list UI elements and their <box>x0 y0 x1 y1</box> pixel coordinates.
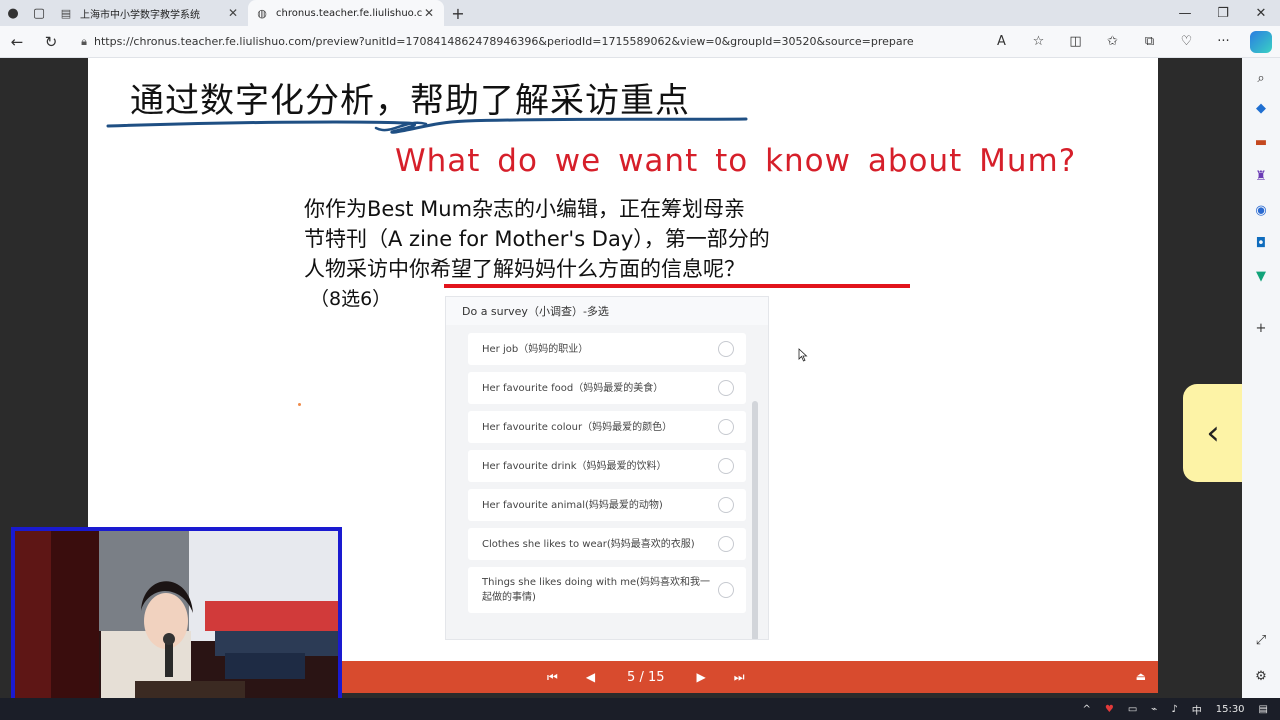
volume-icon[interactable]: ♪ <box>1171 704 1177 715</box>
webcam-view <box>11 527 342 717</box>
option-label: Things she likes doing with me(妈妈喜欢和我一起做… <box>482 577 711 603</box>
system-tray: ^ ♥ ▭ ⌁ ♪ 中 15:30 ▤ <box>1068 698 1268 720</box>
title-brush-underline <box>106 117 748 134</box>
radio-icon[interactable] <box>718 419 734 435</box>
new-tab-button[interactable]: + <box>444 4 472 23</box>
expand-icon[interactable]: ⤢ <box>1251 630 1271 650</box>
survey-header: Do a survey（小调查）-多选 <box>446 297 768 325</box>
page-controls: ⏮ ◀ 5 / 15 ▶ ⏭ <box>533 661 759 693</box>
tab-actions-icon[interactable]: ▢ <box>26 0 52 26</box>
favorites-icon[interactable]: ✩ <box>1094 34 1131 49</box>
slide-subtitle: What do we want to know about Mum? <box>395 143 1077 179</box>
radio-icon[interactable] <box>718 458 734 474</box>
body-line: 人物采访中你希望了解妈妈什么方面的信息呢？ <box>304 257 745 281</box>
notification-icon[interactable]: ▤ <box>1259 704 1268 715</box>
tab-label: chronus.teacher.fe.liulishuo.com <box>276 7 422 19</box>
tag-icon[interactable]: ◆ <box>1251 98 1271 118</box>
tab-label: 上海市中小学数字教学系统 <box>80 9 200 21</box>
survey-list: Her job（妈妈的职业） Her favourite food（妈妈最爱的美… <box>468 333 746 620</box>
network-icon[interactable]: ⌁ <box>1151 704 1157 715</box>
last-page-icon[interactable]: ⏭ <box>734 670 745 685</box>
survey-option[interactable]: Clothes she likes to wear(妈妈最喜欢的衣服) <box>468 528 746 560</box>
office-icon[interactable]: ◉ <box>1251 200 1271 220</box>
radio-icon[interactable] <box>718 341 734 357</box>
option-label: Her favourite food（妈妈最爱的美食） <box>482 382 664 394</box>
add-icon[interactable]: + <box>1251 318 1271 338</box>
radio-icon[interactable] <box>718 582 734 598</box>
browser-essentials-icon[interactable]: ♡ <box>1168 34 1205 49</box>
document-icon: ▤ <box>60 6 72 20</box>
prev-page-icon[interactable]: ◀ <box>586 670 595 684</box>
battery-icon[interactable]: ▭ <box>1128 704 1137 715</box>
chevron-left-icon: ‹ <box>1206 413 1220 453</box>
maximize-icon[interactable]: ❐ <box>1204 6 1242 21</box>
option-label: Her job（妈妈的职业） <box>482 343 589 355</box>
browser-tab-strip: ● ▢ ▤ 上海市中小学数字教学系统 ✕ ◍ chronus.teacher.f… <box>0 0 1280 26</box>
tab-sh-system[interactable]: ▤ 上海市中小学数字教学系统 ✕ <box>52 0 248 26</box>
outlook-icon[interactable]: ◘ <box>1251 233 1271 253</box>
lock-icon[interactable]: 🔒︎ <box>74 35 94 49</box>
minimize-icon[interactable]: — <box>1166 6 1204 21</box>
more-menu-icon[interactable]: ··· <box>1205 34 1242 49</box>
copilot-icon[interactable] <box>1250 30 1272 53</box>
webcam-video <box>15 531 338 713</box>
security-icon[interactable]: ♥ <box>1105 704 1114 715</box>
radio-icon[interactable] <box>718 497 734 513</box>
split-screen-icon[interactable]: ◫ <box>1057 34 1094 49</box>
address-actions: A ☆ ◫ ✩ ⧉ ♡ ··· <box>983 30 1280 53</box>
globe-icon: ◍ <box>257 6 267 20</box>
eject-menu-icon[interactable]: ⏏ <box>1136 670 1146 683</box>
highlight-underline <box>444 284 910 288</box>
next-page-icon[interactable]: ▶ <box>697 670 706 684</box>
clock[interactable]: 15:30 <box>1216 704 1245 715</box>
collections-icon[interactable]: ⧉ <box>1131 34 1168 49</box>
input-method-icon[interactable]: 中 <box>1192 702 1202 717</box>
profile-icon[interactable]: ● <box>0 0 26 26</box>
back-icon[interactable]: ← <box>0 26 34 58</box>
page-indicator: 5 / 15 <box>627 669 665 685</box>
survey-option[interactable]: Her favourite drink（妈妈最爱的饮料） <box>468 450 746 482</box>
toolbox-icon[interactable]: ▬ <box>1251 132 1271 152</box>
url-field[interactable]: 🔒︎ https://chronus.teacher.fe.liulishuo.… <box>74 29 954 55</box>
edge-sidebar: ⌕ ◆ ▬ ♜ ◉ ◘ ▼ + ⤢ ⚙ <box>1242 58 1280 698</box>
side-panel-toggle[interactable]: ‹ <box>1183 384 1243 482</box>
survey-option[interactable]: Her job（妈妈的职业） <box>468 333 746 365</box>
option-label: Her favourite drink（妈妈最爱的饮料） <box>482 460 667 472</box>
radio-icon[interactable] <box>718 380 734 396</box>
survey-option[interactable]: Things she likes doing with me(妈妈喜欢和我一起做… <box>468 567 746 613</box>
body-line: 你作为Best Mum杂志的小编辑，正在筹划母亲 <box>304 197 746 221</box>
survey-option[interactable]: Her favourite colour（妈妈最爱的颜色） <box>468 411 746 443</box>
choice-note: （8选6） <box>310 288 392 310</box>
close-window-icon[interactable]: ✕ <box>1242 6 1280 21</box>
decorative-dot <box>298 403 301 406</box>
body-line: 节特刊（A zine for Mother's Day），第一部分的 <box>304 227 770 251</box>
drop-icon[interactable]: ▼ <box>1251 266 1271 286</box>
survey-option[interactable]: Her favourite food（妈妈最爱的美食） <box>468 372 746 404</box>
read-aloud-icon[interactable]: A <box>983 34 1020 49</box>
tab-chronus[interactable]: ◍ chronus.teacher.fe.liulishuo.com ✕ <box>248 0 444 26</box>
option-label: Her favourite animal(妈妈最爱的动物) <box>482 499 663 511</box>
radio-icon[interactable] <box>718 536 734 552</box>
option-label: Clothes she likes to wear(妈妈最喜欢的衣服) <box>482 538 695 550</box>
gear-icon[interactable]: ⚙ <box>1251 666 1271 686</box>
chess-icon[interactable]: ♜ <box>1251 166 1271 186</box>
slide-body: 你作为Best Mum杂志的小编辑，正在筹划母亲 节特刊（A zine for … <box>304 194 924 284</box>
taskbar: ^ ♥ ▭ ⌁ ♪ 中 15:30 ▤ <box>0 698 1280 720</box>
chevron-up-icon[interactable]: ^ <box>1082 704 1090 715</box>
survey-scrollbar[interactable] <box>752 401 758 639</box>
close-icon[interactable]: ✕ <box>422 6 436 20</box>
mouse-cursor-icon <box>798 348 808 362</box>
url-text[interactable]: https://chronus.teacher.fe.liulishuo.com… <box>94 35 954 48</box>
option-label: Her favourite colour（妈妈最爱的颜色） <box>482 421 673 433</box>
search-icon[interactable]: ⌕ <box>1251 68 1271 88</box>
first-page-icon[interactable]: ⏮ <box>547 670 558 685</box>
survey-option[interactable]: Her favourite animal(妈妈最爱的动物) <box>468 489 746 521</box>
window-controls: — ❐ ✕ <box>1166 6 1280 21</box>
address-bar: ← ↻ 🔒︎ https://chronus.teacher.fe.liulis… <box>0 26 1280 58</box>
speaker-video-frame <box>15 531 338 713</box>
close-icon[interactable]: ✕ <box>226 6 240 20</box>
refresh-icon[interactable]: ↻ <box>34 26 68 58</box>
survey-panel: Do a survey（小调查）-多选 Her job（妈妈的职业） Her f… <box>445 296 769 640</box>
favorite-star-icon[interactable]: ☆ <box>1020 34 1057 49</box>
